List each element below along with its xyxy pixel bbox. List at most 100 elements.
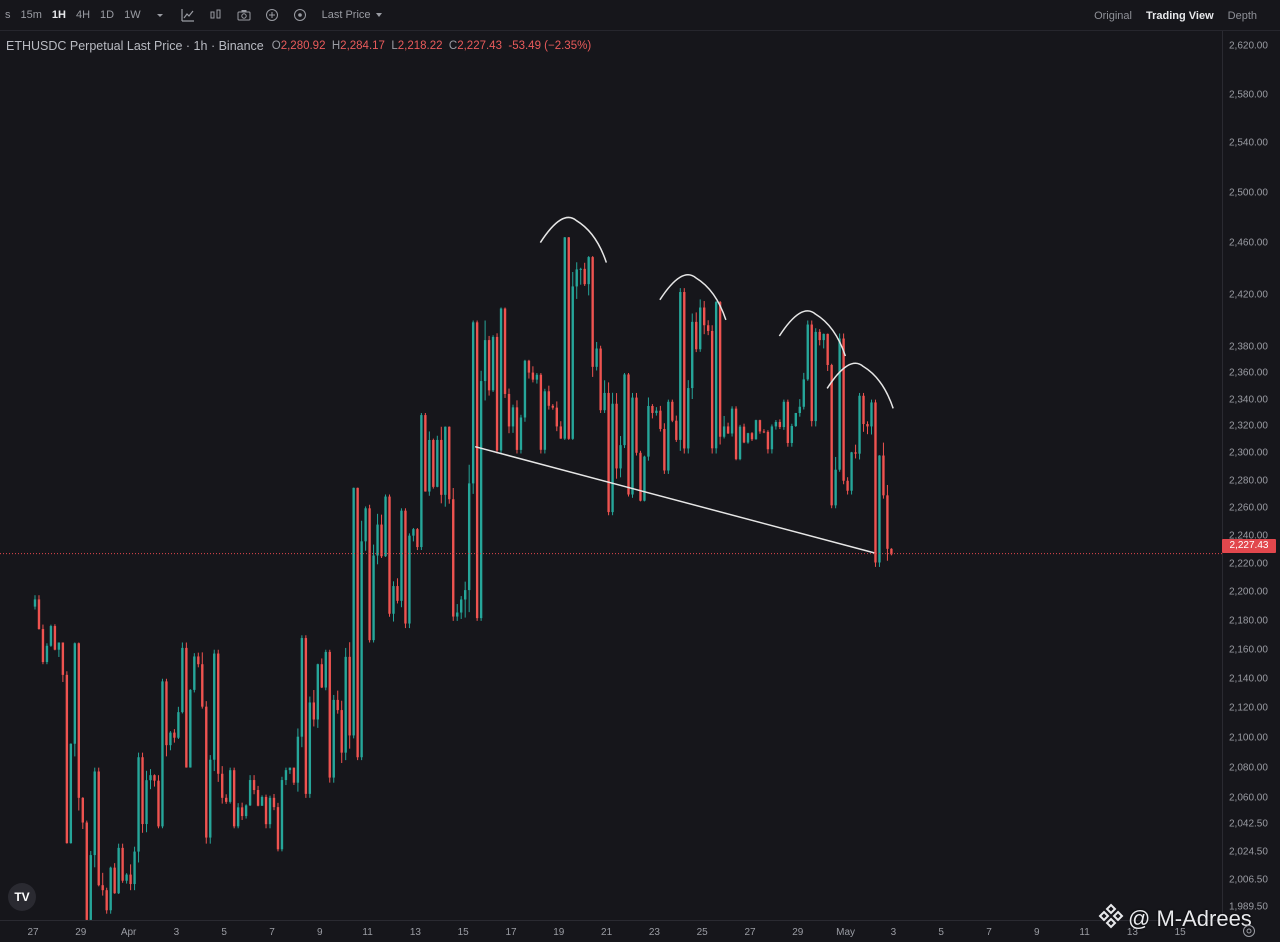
candle xyxy=(659,405,662,432)
candle xyxy=(667,399,670,474)
caret-down-icon xyxy=(375,13,382,17)
chevron-down-icon[interactable] xyxy=(152,7,168,23)
price-label: 2,042.50 xyxy=(1229,818,1268,830)
timeframe-1h[interactable]: 1H xyxy=(47,9,71,21)
candle xyxy=(101,872,104,896)
candle xyxy=(862,392,865,432)
candle xyxy=(631,392,634,498)
close-label: C xyxy=(448,40,458,52)
time-label: 13 xyxy=(409,927,421,938)
candle xyxy=(487,335,491,396)
candle xyxy=(471,320,475,494)
candle xyxy=(830,363,833,509)
timeframe-1d[interactable]: 1D xyxy=(95,9,119,21)
candle xyxy=(858,392,861,460)
candle xyxy=(197,652,200,668)
indicators-icon[interactable] xyxy=(180,7,196,23)
price-label: 2,180.00 xyxy=(1229,615,1268,627)
tradingview-logo[interactable]: TV xyxy=(8,883,36,911)
candle xyxy=(814,328,817,427)
candle xyxy=(730,406,734,437)
candle xyxy=(45,643,49,665)
candle xyxy=(420,412,423,551)
candle xyxy=(595,341,598,371)
replay-icon[interactable] xyxy=(292,7,308,23)
view-trading-view[interactable]: Trading View xyxy=(1139,10,1221,22)
candle xyxy=(671,399,674,423)
candle xyxy=(452,487,455,621)
candle xyxy=(312,690,316,727)
candle xyxy=(710,325,714,454)
time-label: 11 xyxy=(1079,927,1090,938)
candle xyxy=(718,301,722,445)
price-label: 2,060.00 xyxy=(1229,792,1268,804)
candle xyxy=(838,333,841,472)
candle xyxy=(611,392,614,516)
candle xyxy=(575,262,578,299)
candle xyxy=(428,431,431,496)
price-axis[interactable]: 2,620.00 2,580.00 2,540.00 2,500.00 2,460.00… xyxy=(1222,31,1280,920)
watermark-text: @ M-Adrees xyxy=(1128,906,1252,931)
timeframe-4h[interactable]: 4H xyxy=(71,9,95,21)
candle xyxy=(113,863,116,894)
candle xyxy=(37,595,41,630)
candle xyxy=(587,256,590,296)
candle xyxy=(240,802,244,820)
candle xyxy=(33,595,37,610)
view-original[interactable]: Original xyxy=(1087,10,1139,22)
candle xyxy=(599,345,602,413)
candle xyxy=(679,288,682,451)
candle xyxy=(340,700,343,764)
candle xyxy=(209,755,212,844)
chart-type-icon[interactable] xyxy=(208,7,224,23)
candle xyxy=(149,769,152,790)
price-label: 2,540.00 xyxy=(1229,137,1268,149)
candle xyxy=(750,432,754,441)
trendline-drawing[interactable] xyxy=(474,445,875,554)
candle xyxy=(376,513,379,565)
candle xyxy=(746,432,750,444)
time-label: 7 xyxy=(269,927,275,938)
candle xyxy=(495,333,499,454)
time-label: 27 xyxy=(744,927,756,938)
candle xyxy=(368,504,371,643)
candle xyxy=(360,520,363,761)
camera-icon[interactable] xyxy=(236,7,252,23)
time-axis[interactable]: 27 29 Apr 3 5 7 9 11 13 15 17 19 21 23 25 27 29 May 3 5 7 9 11… xyxy=(0,920,1222,942)
candle xyxy=(432,438,435,489)
current-price-tag: 2,227.43 xyxy=(1222,539,1276,553)
candle xyxy=(754,419,758,440)
time-label: 9 xyxy=(317,927,323,938)
price-chart[interactable] xyxy=(0,31,1222,920)
candle xyxy=(491,335,495,393)
candle xyxy=(798,399,801,417)
price-source-dropdown[interactable]: Last Price xyxy=(322,9,383,21)
time-label: 11 xyxy=(362,927,373,938)
timeframe-1w[interactable]: 1W xyxy=(119,9,146,21)
candle xyxy=(121,843,124,883)
candle xyxy=(444,426,447,507)
candle xyxy=(93,767,96,868)
add-icon[interactable] xyxy=(264,7,280,23)
high-label: H xyxy=(331,40,341,52)
candle xyxy=(531,366,535,383)
price-label: 2,300.00 xyxy=(1229,447,1268,459)
candle xyxy=(141,752,144,833)
timeframe-s[interactable]: s xyxy=(0,9,16,21)
candle xyxy=(467,464,471,613)
ohlc-values: O2,280.92 H2,284.17 L2,218.22 C2,227.43 … xyxy=(272,40,591,52)
arc-drawing[interactable] xyxy=(539,216,608,263)
view-depth[interactable]: Depth xyxy=(1221,10,1264,22)
price-label: 2,100.00 xyxy=(1229,732,1268,744)
timeframe-15m[interactable]: 15m xyxy=(16,9,47,21)
settings-icon[interactable] xyxy=(1242,924,1256,938)
time-label: 29 xyxy=(792,927,804,938)
candle xyxy=(583,262,586,286)
candle xyxy=(683,288,686,454)
time-label: 25 xyxy=(696,927,708,938)
candle xyxy=(627,373,630,497)
candle xyxy=(248,775,252,806)
candle xyxy=(364,506,367,551)
candle xyxy=(213,649,216,772)
candle xyxy=(886,484,889,561)
